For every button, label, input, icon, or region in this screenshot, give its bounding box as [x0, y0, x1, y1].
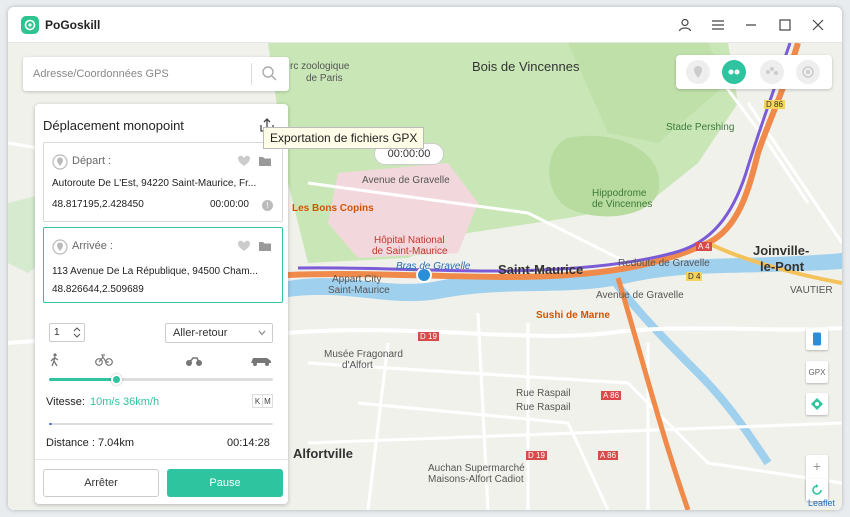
panel-divider: [35, 459, 288, 460]
loop-count-stepper[interactable]: 1: [49, 323, 85, 342]
end-label: Arrivée :: [72, 240, 113, 252]
phone-icon[interactable]: [806, 328, 828, 350]
map-label-d19-a: D 19: [418, 332, 439, 341]
map-label-auchan-1: Auchan Supermarché: [428, 463, 525, 474]
map-label-raspail-2: Rue Raspail: [516, 402, 571, 413]
maximize-icon[interactable]: [775, 15, 795, 35]
single-spot-mode-icon[interactable]: [722, 60, 746, 84]
route-mode-select[interactable]: Aller-retour: [165, 323, 273, 343]
map-label-auchan-2: Maisons-Alfort Cadiot: [428, 474, 524, 485]
map-label-musee-2: d'Alfort: [342, 360, 373, 371]
end-address: 113 Avenue De La République, 94500 Cham.…: [52, 266, 258, 277]
map-label-zoo1: rc zoologique: [290, 61, 350, 72]
folder-icon[interactable]: [258, 154, 272, 168]
favorite-icon[interactable]: [237, 154, 251, 168]
app-title: PoGoskill: [45, 18, 101, 32]
export-tooltip: Exportation de fichiers GPX: [263, 127, 425, 149]
motorcycle-icon[interactable]: [185, 353, 203, 367]
stop-button[interactable]: Arrêter: [43, 469, 159, 497]
pause-button[interactable]: Pause: [167, 469, 283, 497]
route-progress-bar: [49, 423, 273, 425]
map-label-musee-1: Musée Fragonard: [324, 349, 403, 360]
map-label-d19-b: D 19: [526, 451, 547, 460]
app-logo: [21, 16, 39, 34]
panel-title: Déplacement monopoint: [43, 118, 184, 133]
map-label-bois: Bois de Vincennes: [472, 59, 580, 74]
map-label-d4: D 4: [686, 272, 703, 281]
start-pin-icon: [52, 154, 68, 170]
map-label-joinville-1: Joinville-: [753, 243, 810, 258]
walk-icon[interactable]: [49, 353, 61, 367]
user-icon[interactable]: [675, 15, 695, 35]
speed-slider-handle[interactable]: [111, 374, 123, 385]
map-label-stade: Stade Pershing: [666, 122, 735, 133]
map-label-joinville-2: le-Pont: [760, 259, 805, 274]
elapsed-time: 00:14:28: [227, 437, 270, 449]
map-label-hippodrome-2: de Vincennes: [592, 199, 653, 210]
start-card[interactable]: Départ : Autoroute De L'Est, 94220 Saint…: [43, 142, 283, 222]
start-coords: 48.817195,2.428450: [52, 199, 144, 210]
zoom-in-button[interactable]: +: [806, 455, 828, 477]
map-label-alfortville: Alfortville: [293, 446, 353, 461]
end-pin-icon: [52, 239, 68, 255]
map-label-d86: D 86: [764, 100, 785, 109]
map-label-sushi: Sushi de Marne: [536, 310, 610, 321]
distance-text: Distance : 7.04km: [46, 437, 135, 449]
favorite-icon[interactable]: [237, 239, 251, 253]
speed-label: Vitesse:: [46, 396, 85, 408]
search-divider: [251, 63, 252, 85]
map-label-gravelle: Avenue de Gravelle: [362, 175, 450, 186]
leaflet-attribution[interactable]: Leaflet: [808, 498, 835, 508]
info-icon[interactable]: !: [262, 200, 273, 211]
start-label: Départ :: [72, 155, 112, 167]
gpx-button[interactable]: GPX: [806, 361, 828, 383]
menu-icon[interactable]: [708, 15, 728, 35]
multi-spot-mode-icon[interactable]: [760, 60, 784, 84]
speed-slider[interactable]: [49, 374, 273, 385]
map-label-a86-a: A 86: [601, 391, 622, 400]
route-progress-fill: [49, 423, 52, 425]
title-bar: PoGoskill: [8, 7, 842, 43]
end-card[interactable]: Arrivée : 113 Avenue De La République, 9…: [43, 227, 283, 303]
route-mode-value: Aller-retour: [173, 327, 228, 339]
joystick-mode-icon[interactable]: [796, 60, 820, 84]
map-label-saint-maurice: Saint-Maurice: [498, 262, 584, 277]
map-label-raspail-1: Rue Raspail: [516, 388, 571, 399]
single-spot-panel: Déplacement monopoint Départ : Autoroute…: [35, 104, 288, 504]
end-coords: 48.826644,2.509689: [52, 284, 144, 295]
locate-icon[interactable]: [806, 393, 828, 415]
app-window: PoGoskill Bois de Vincennes rc zoologiqu…: [8, 7, 842, 510]
unit-m-button[interactable]: M: [262, 394, 273, 408]
speed-slider-fill: [49, 378, 117, 381]
speed-value: 10m/s 36km/h: [90, 396, 160, 408]
map-label-gravelle-2: Avenue de Gravelle: [596, 290, 684, 301]
stepper-arrows-icon[interactable]: [72, 325, 82, 340]
close-icon[interactable]: [808, 15, 828, 35]
start-address: Autoroute De L'Est, 94220 Saint-Maurice,…: [52, 178, 257, 189]
map-label-bras: Bras de Gravelle: [396, 261, 471, 272]
folder-icon[interactable]: [258, 239, 272, 253]
map-label-copins: Les Bons Copins: [292, 203, 374, 214]
search-icon[interactable]: [261, 65, 279, 83]
start-time: 00:00:00: [210, 199, 249, 210]
map-label-vautier: VAUTIER: [790, 285, 833, 296]
map-label-redoute: Redoute de Gravelle: [618, 258, 710, 269]
search-input[interactable]: [23, 57, 251, 91]
map-label-hopital-1: Hôpital National: [374, 235, 445, 246]
map-label-zoo2: de Paris: [306, 73, 343, 84]
car-icon[interactable]: [249, 353, 273, 367]
search-bar: [23, 57, 289, 91]
map-label-appart-1: Appart City: [332, 274, 382, 285]
map-label-a86-b: A 86: [598, 451, 619, 460]
teleport-mode-icon[interactable]: [686, 60, 710, 84]
minimize-icon[interactable]: [741, 15, 761, 35]
map-label-hopital-2: de Saint-Maurice: [372, 246, 448, 257]
chevron-down-icon: [258, 330, 266, 336]
bike-icon[interactable]: [95, 353, 113, 367]
map-label-hippodrome-1: Hippodrome: [592, 188, 647, 199]
map-label-a4: A 4: [696, 242, 712, 251]
mode-toolbar: [676, 55, 832, 89]
loop-count-value: 1: [54, 327, 60, 338]
map-label-appart-2: Saint-Maurice: [328, 285, 390, 296]
